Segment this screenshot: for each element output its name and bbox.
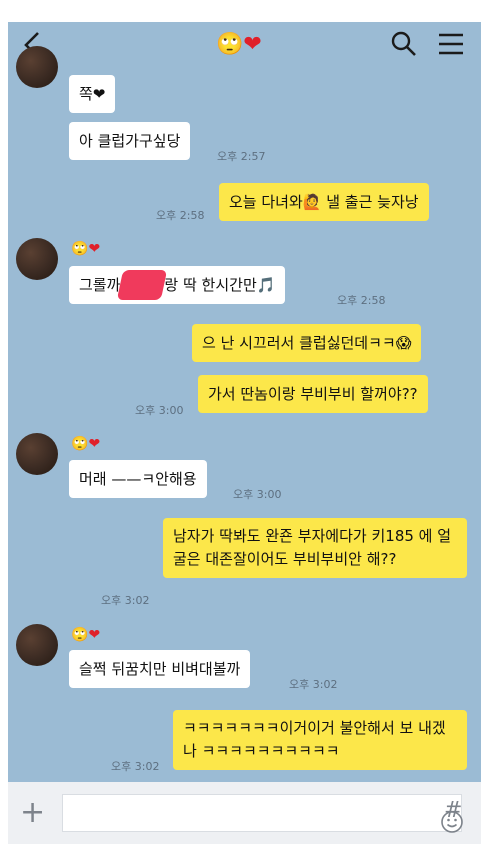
message-bubble-received: 아 클럽가구싶당	[69, 122, 191, 160]
chat-title: 🙄 ❤	[216, 30, 262, 60]
message-bubble-sent: 오늘 다녀와🙋 낼 출근 늦자낭	[219, 183, 429, 221]
message-bubble-received: 슬쩍 뒤꿈치만 비벼대볼까	[69, 650, 251, 688]
face-emoji-icon: 🙄	[216, 32, 244, 57]
search-icon[interactable]	[390, 30, 418, 58]
sender-name: 🙄❤	[71, 435, 100, 453]
hashtag-icon[interactable]: #	[444, 798, 462, 823]
message-time: 오후 3:00	[135, 404, 184, 417]
sender-name: 🙄❤	[71, 626, 100, 644]
heart-icon: ❤	[88, 436, 101, 452]
avatar[interactable]	[16, 433, 58, 475]
face-emoji-icon: 🙄	[71, 627, 89, 643]
message-bubble-received: 그롤까 랑 딱 한시간만🎵	[69, 266, 286, 304]
heart-icon: ❤	[88, 627, 101, 643]
heart-icon: ❤	[88, 241, 101, 257]
top-bar: 🙄 ❤	[8, 22, 481, 68]
message-time: 오후 3:02	[111, 760, 160, 773]
input-bar: + #	[8, 782, 481, 844]
chat-screen: 🙄 ❤ 쪽❤ 아 클럽가구싶당 오후 2:57 오늘 다녀와🙋 낼 출근 늦자낭…	[8, 22, 481, 844]
message-text: 그롤까	[79, 276, 121, 294]
face-emoji-icon: 🙄	[71, 436, 89, 452]
message-bubble-received: 쪽❤	[69, 75, 116, 113]
message-time: 오후 3:02	[289, 678, 338, 691]
message-time: 오후 3:00	[233, 488, 282, 501]
message-input[interactable]	[62, 794, 463, 833]
heart-icon: ❤	[243, 32, 262, 57]
message-time: 오후 3:02	[101, 594, 150, 607]
message-time: 오후 2:58	[337, 294, 386, 307]
message-time: 오후 2:58	[156, 209, 205, 222]
message-text: 랑 딱 한시간만🎵	[164, 276, 276, 294]
plus-icon[interactable]: +	[20, 798, 45, 828]
message-bubble-received: 머래 ——ㅋ안해용	[69, 460, 207, 498]
message-bubble-sent: 남자가 딱봐도 완죤 부자에다가 키185 에 얼굴은 대존잘이어도 부비부비안…	[163, 518, 467, 578]
avatar[interactable]	[16, 624, 58, 666]
message-bubble-sent: 으 난 시끄러서 클럽싫던데ㅋㅋ😱	[192, 324, 422, 362]
avatar[interactable]	[16, 238, 58, 280]
avatar[interactable]	[16, 46, 58, 88]
menu-icon[interactable]	[436, 30, 466, 58]
message-bubble-sent: ㅋㅋㅋㅋㅋㅋㅋ이거이거 불안해서 보 내겠나 ㅋㅋㅋㅋㅋㅋㅋㅋㅋㅋ	[173, 710, 467, 770]
face-emoji-icon: 🙄	[71, 241, 89, 257]
sender-name: 🙄❤	[71, 240, 100, 258]
redaction-mark	[117, 269, 168, 300]
message-bubble-sent: 가서 딴놈이랑 부비부비 할꺼야??	[198, 375, 428, 413]
message-time: 오후 2:57	[217, 150, 266, 163]
